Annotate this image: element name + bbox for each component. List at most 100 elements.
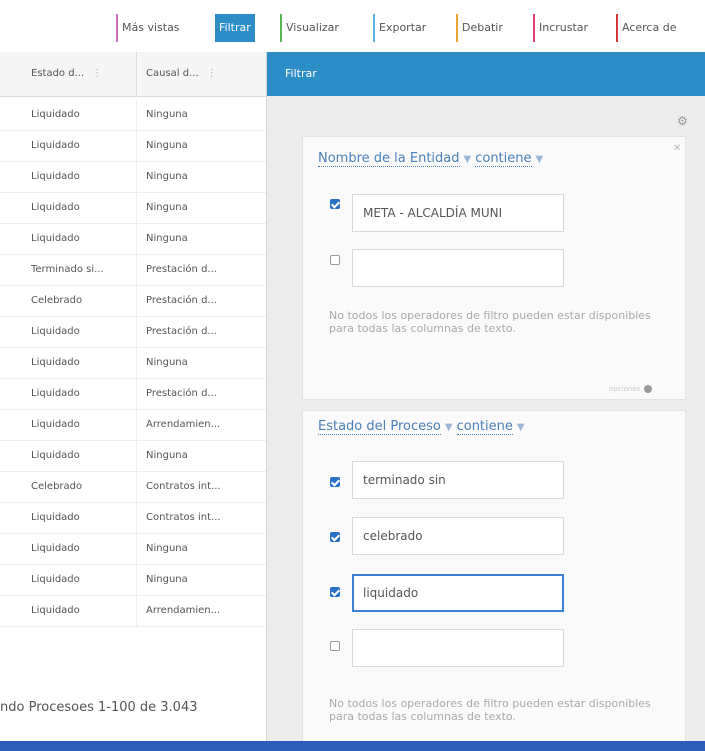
- filter-options-link[interactable]: opciones: [609, 385, 653, 393]
- column-divider: [136, 534, 137, 564]
- bottom-bar: [0, 741, 705, 751]
- table-row[interactable]: Liquidado Ninguna: [0, 224, 266, 255]
- column-divider: [136, 162, 137, 192]
- table-row[interactable]: Liquidado Prestación d...: [0, 379, 266, 410]
- filter-value-input[interactable]: celebrado: [352, 517, 564, 555]
- about-button[interactable]: Acerca de: [616, 14, 680, 42]
- filter-column-label: Estado del Proceso: [318, 419, 441, 435]
- column-divider: [136, 286, 137, 316]
- table-row[interactable]: Liquidado Contratos int...: [0, 503, 266, 534]
- table-row[interactable]: Liquidado Ninguna: [0, 193, 266, 224]
- filter-column-selector[interactable]: Nombre de la Entidad ▼ contiene ▼: [318, 151, 547, 167]
- filter-value-input[interactable]: terminado sin: [352, 461, 564, 499]
- cell-causal: Ninguna: [146, 233, 188, 244]
- column-menu-icon[interactable]: ⋮: [207, 68, 217, 79]
- chevron-down-icon: ▼: [516, 422, 525, 433]
- cell-estado: Liquidado: [31, 233, 80, 244]
- filter-card-entidad: ✕ Nombre de la Entidad ▼ contiene ▼ META - …: [302, 136, 686, 400]
- cell-estado: Liquidado: [31, 419, 80, 430]
- cell-causal: Ninguna: [146, 109, 188, 120]
- column-divider: [136, 472, 137, 502]
- cell-causal: Ninguna: [146, 171, 188, 182]
- column-header-estado[interactable]: Estado d... ⋮: [31, 52, 102, 96]
- cell-estado: Liquidado: [31, 605, 80, 616]
- cell-estado: Liquidado: [31, 574, 80, 585]
- column-divider: [136, 441, 137, 471]
- filter-column-selector[interactable]: Estado del Proceso ▼ contiene ▼: [318, 419, 529, 435]
- column-divider: [136, 596, 137, 626]
- table-row[interactable]: Liquidado Arrendamien...: [0, 410, 266, 441]
- table-row[interactable]: Liquidado Ninguna: [0, 162, 266, 193]
- close-icon[interactable]: ✕: [673, 143, 681, 154]
- column-divider: [136, 100, 137, 130]
- row-count-label: ndo Procesoes 1-100 de 3.043: [0, 700, 198, 715]
- chevron-down-icon: ▼: [463, 154, 472, 165]
- filter-operator-label[interactable]: contiene: [456, 419, 513, 435]
- filter-value-checkbox[interactable]: [330, 255, 340, 265]
- column-menu-icon[interactable]: ⋮: [92, 68, 102, 79]
- filter-value-input[interactable]: [352, 629, 564, 667]
- column-divider: [136, 224, 137, 254]
- filter-value-input[interactable]: [352, 249, 564, 287]
- filter-panel-header: Filtrar: [267, 52, 705, 96]
- filter-value-checkbox[interactable]: [330, 199, 340, 209]
- table-row[interactable]: Liquidado Ninguna: [0, 565, 266, 596]
- options-icon: [644, 385, 653, 393]
- cell-causal: Contratos int...: [146, 512, 221, 523]
- toolbar: Más vistas Filtrar Visualizar Exportar D…: [0, 0, 705, 52]
- cell-estado: Liquidado: [31, 202, 80, 213]
- cell-causal: Prestación d...: [146, 326, 217, 337]
- cell-causal: Prestación d...: [146, 388, 217, 399]
- cell-causal: Prestación d...: [146, 264, 217, 275]
- cell-estado: Liquidado: [31, 450, 80, 461]
- embed-button[interactable]: Incrustar: [533, 14, 592, 42]
- filter-value-input[interactable]: liquidado: [352, 574, 564, 612]
- filter-card-estado: Estado del Proceso ▼ contiene ▼ terminado s…: [302, 410, 686, 750]
- table-row[interactable]: Liquidado Ninguna: [0, 131, 266, 162]
- cell-causal: Ninguna: [146, 140, 188, 151]
- table-row[interactable]: Liquidado Ninguna: [0, 441, 266, 472]
- table-row[interactable]: Liquidado Ninguna: [0, 534, 266, 565]
- table-row[interactable]: Liquidado Ninguna: [0, 348, 266, 379]
- filter-value-checkbox[interactable]: [330, 532, 340, 542]
- cell-causal: Contratos int...: [146, 481, 221, 492]
- table-row[interactable]: Celebrado Contratos int...: [0, 472, 266, 503]
- column-divider: [136, 131, 137, 161]
- export-button[interactable]: Exportar: [373, 14, 430, 42]
- column-divider: [136, 317, 137, 347]
- cell-causal: Ninguna: [146, 450, 188, 461]
- table-row[interactable]: Liquidado Prestación d...: [0, 317, 266, 348]
- chevron-down-icon: ▼: [444, 422, 453, 433]
- filter-panel: Filtrar ⚙ ✕ Nombre de la Entidad ▼ contien…: [266, 52, 705, 750]
- cell-estado: Terminado si...: [31, 264, 104, 275]
- filter-value-checkbox[interactable]: [330, 641, 340, 651]
- table-row[interactable]: Liquidado Arrendamien...: [0, 596, 266, 627]
- filter-value-checkbox[interactable]: [330, 587, 340, 597]
- cell-estado: Celebrado: [31, 481, 83, 492]
- filter-column-label: Nombre de la Entidad: [318, 151, 460, 167]
- filter-operator-label[interactable]: contiene: [475, 151, 532, 167]
- filter-button[interactable]: Filtrar: [215, 14, 255, 42]
- visualize-button[interactable]: Visualizar: [280, 14, 343, 42]
- column-divider: [136, 503, 137, 533]
- filter-value-checkbox[interactable]: [330, 477, 340, 487]
- table-row[interactable]: Liquidado Ninguna: [0, 100, 266, 131]
- table-row[interactable]: Celebrado Prestación d...: [0, 286, 266, 317]
- column-divider: [136, 379, 137, 409]
- filter-note: No todos los operadores de filtro pueden…: [329, 309, 651, 335]
- cell-estado: Liquidado: [31, 388, 80, 399]
- column-header-causal[interactable]: Causal d... ⋮: [146, 52, 217, 96]
- filter-panel-title: Filtrar: [285, 67, 317, 80]
- gear-icon[interactable]: ⚙: [677, 114, 688, 128]
- cell-estado: Liquidado: [31, 109, 80, 120]
- chevron-down-icon: ▼: [535, 154, 544, 165]
- column-divider: [136, 410, 137, 440]
- grid-header: Estado d... ⋮ Causal d... ⋮: [0, 52, 266, 97]
- column-divider: [136, 255, 137, 285]
- more-views-button[interactable]: Más vistas: [116, 14, 184, 42]
- filter-value-input[interactable]: META - ALCALDÍA MUNI: [352, 194, 564, 232]
- column-divider: [136, 193, 137, 223]
- filter-note: No todos los operadores de filtro pueden…: [329, 697, 651, 723]
- table-row[interactable]: Terminado si... Prestación d...: [0, 255, 266, 286]
- discuss-button[interactable]: Debatir: [456, 14, 507, 42]
